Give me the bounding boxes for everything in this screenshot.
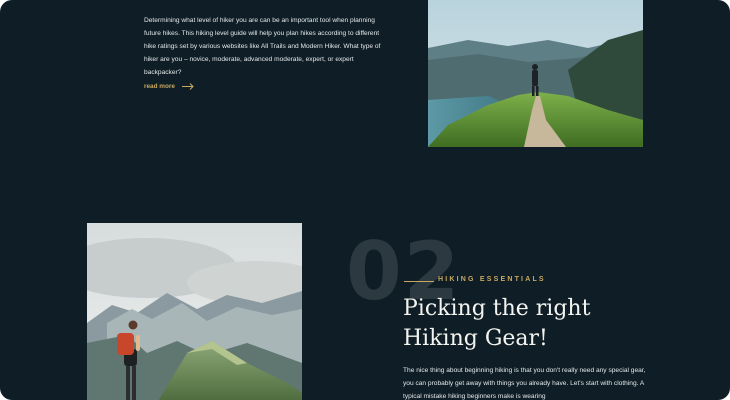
page-frame: Determining what level of hiker you are … bbox=[0, 0, 730, 400]
hiker-mountains-photo bbox=[87, 223, 302, 400]
read-more-label: read more bbox=[144, 83, 175, 90]
section-headline: Picking the right Hiking Gear! bbox=[403, 294, 663, 354]
arrow-right-icon bbox=[181, 83, 194, 90]
eyebrow-divider bbox=[404, 281, 434, 282]
headline-line-1: Picking the right bbox=[403, 296, 591, 321]
headline-line-2: Hiking Gear! bbox=[403, 326, 548, 351]
hiker-ridge-photo bbox=[428, 0, 643, 147]
section-body: The nice thing about beginning hiking is… bbox=[403, 367, 646, 400]
read-more-link[interactable]: read more bbox=[144, 83, 194, 90]
intro-paragraph: Determining what level of hiker you are … bbox=[144, 17, 381, 76]
section-eyebrow: HIKING ESSENTIALS bbox=[438, 276, 546, 283]
